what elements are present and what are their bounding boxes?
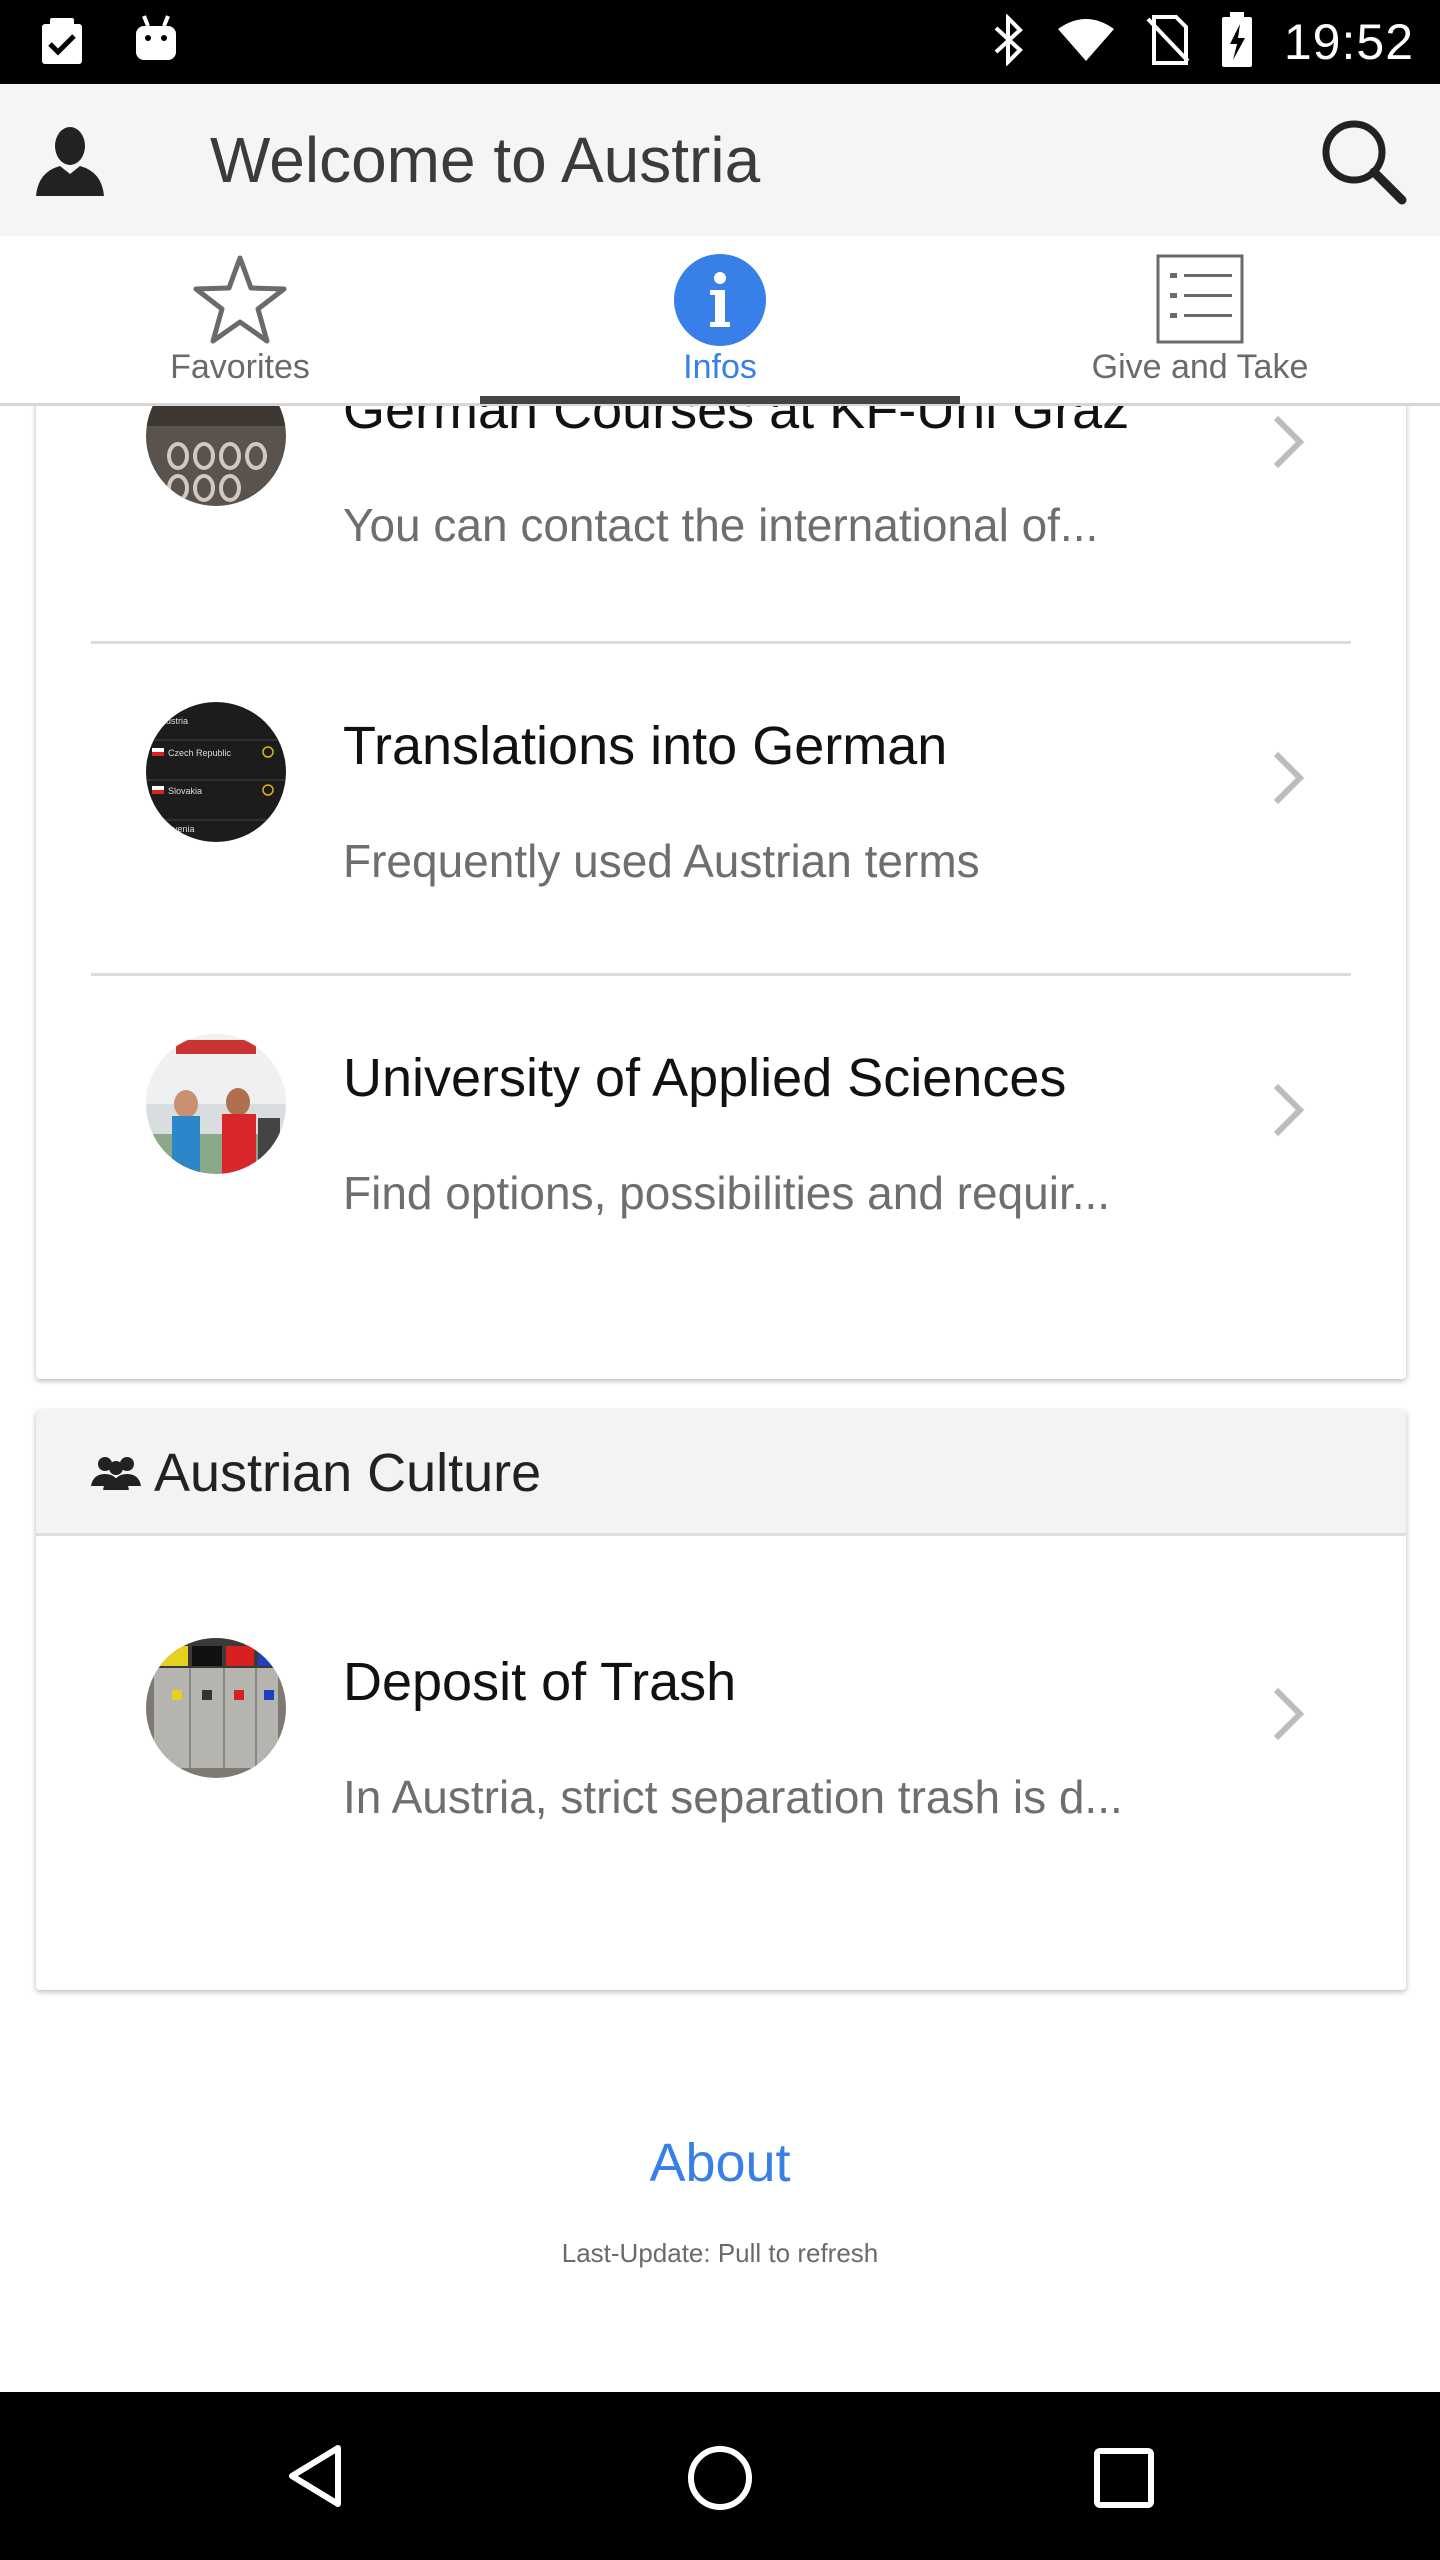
translations-thumbnail: Austria Czech Republic Slovakia Slovenia xyxy=(146,702,286,842)
thumb-text: Czech Republic xyxy=(168,748,232,758)
item-title: Deposit of Trash xyxy=(343,1652,737,1712)
item-title: German Courses at KF-Uni Graz xyxy=(343,406,1130,440)
chevron-right-icon xyxy=(1268,1684,1308,1744)
battery-charging-icon xyxy=(1220,11,1254,73)
active-tab-indicator xyxy=(480,396,960,404)
thumb-text: Slovenia xyxy=(160,824,195,834)
status-bar: 19:52 xyxy=(0,0,1440,84)
system-nav-bar xyxy=(0,2392,1440,2560)
tab-infos[interactable]: Infos xyxy=(480,236,960,406)
clock: 19:52 xyxy=(1283,14,1414,70)
list-item-university[interactable]: University of Applied Sciences Find opti… xyxy=(36,972,1406,1302)
tab-bar: Favorites Infos Give and Take xyxy=(0,236,1440,406)
trash-thumbnail xyxy=(146,1638,286,1778)
search-icon[interactable] xyxy=(1318,116,1408,206)
clipboard-check-icon xyxy=(36,12,92,73)
chevron-right-icon xyxy=(1268,1080,1308,1140)
tab-label: Favorites xyxy=(170,348,310,386)
list-item-deposit-of-trash[interactable]: Deposit of Trash In Austria, strict sepa… xyxy=(36,1576,1406,1906)
recents-icon[interactable] xyxy=(1094,2448,1154,2508)
thumb-text: Austria xyxy=(160,716,188,726)
austrian-culture-card: Austrian Culture Deposit of Trash In Aus… xyxy=(36,1410,1406,1990)
university-thumbnail xyxy=(146,1034,286,1174)
info-card: German Courses at KF-Uni Graz You can co… xyxy=(36,406,1406,1379)
chevron-right-icon xyxy=(1268,748,1308,808)
item-title: Translations into German xyxy=(343,716,948,776)
info-icon xyxy=(672,252,768,348)
item-subtitle: You can contact the international of... xyxy=(343,499,1099,551)
thumb-text: Slovakia xyxy=(168,786,202,796)
content-scroll[interactable]: German Courses at KF-Uni Graz You can co… xyxy=(0,406,1440,2392)
chevron-right-icon xyxy=(1268,412,1308,472)
page-title: Welcome to Austria xyxy=(210,124,761,196)
list-item-translations[interactable]: Austria Czech Republic Slovakia Slovenia… xyxy=(36,640,1406,970)
wifi-icon xyxy=(1056,17,1116,68)
section-header: Austrian Culture xyxy=(36,1410,1406,1536)
list-icon xyxy=(1152,252,1248,348)
item-subtitle: Find options, possibilities and requir..… xyxy=(343,1167,1111,1219)
about-link[interactable]: About xyxy=(0,2132,1440,2194)
back-icon[interactable] xyxy=(284,2444,348,2508)
tab-label: Infos xyxy=(683,348,757,386)
item-title: University of Applied Sciences xyxy=(343,1048,1067,1108)
section-title: Austrian Culture xyxy=(154,1443,542,1503)
person-icon[interactable] xyxy=(32,122,108,198)
home-icon[interactable] xyxy=(686,2444,754,2512)
app-bar: Welcome to Austria xyxy=(0,84,1440,236)
no-sim-icon xyxy=(1146,14,1190,70)
tab-label: Give and Take xyxy=(1091,348,1309,386)
star-icon xyxy=(192,252,288,348)
item-subtitle: Frequently used Austrian terms xyxy=(343,835,980,887)
item-subtitle: In Austria, strict separation trash is d… xyxy=(343,1771,1123,1823)
android-icon xyxy=(132,12,180,73)
german-courses-thumbnail xyxy=(146,406,286,506)
tab-give-and-take[interactable]: Give and Take xyxy=(960,236,1440,406)
last-update-text: Last-Update: Pull to refresh xyxy=(561,2238,879,2268)
bluetooth-icon xyxy=(992,12,1026,71)
tab-favorites[interactable]: Favorites xyxy=(0,236,480,406)
list-item-german-courses[interactable]: German Courses at KF-Uni Graz You can co… xyxy=(36,406,1406,634)
group-icon xyxy=(91,1452,141,1492)
